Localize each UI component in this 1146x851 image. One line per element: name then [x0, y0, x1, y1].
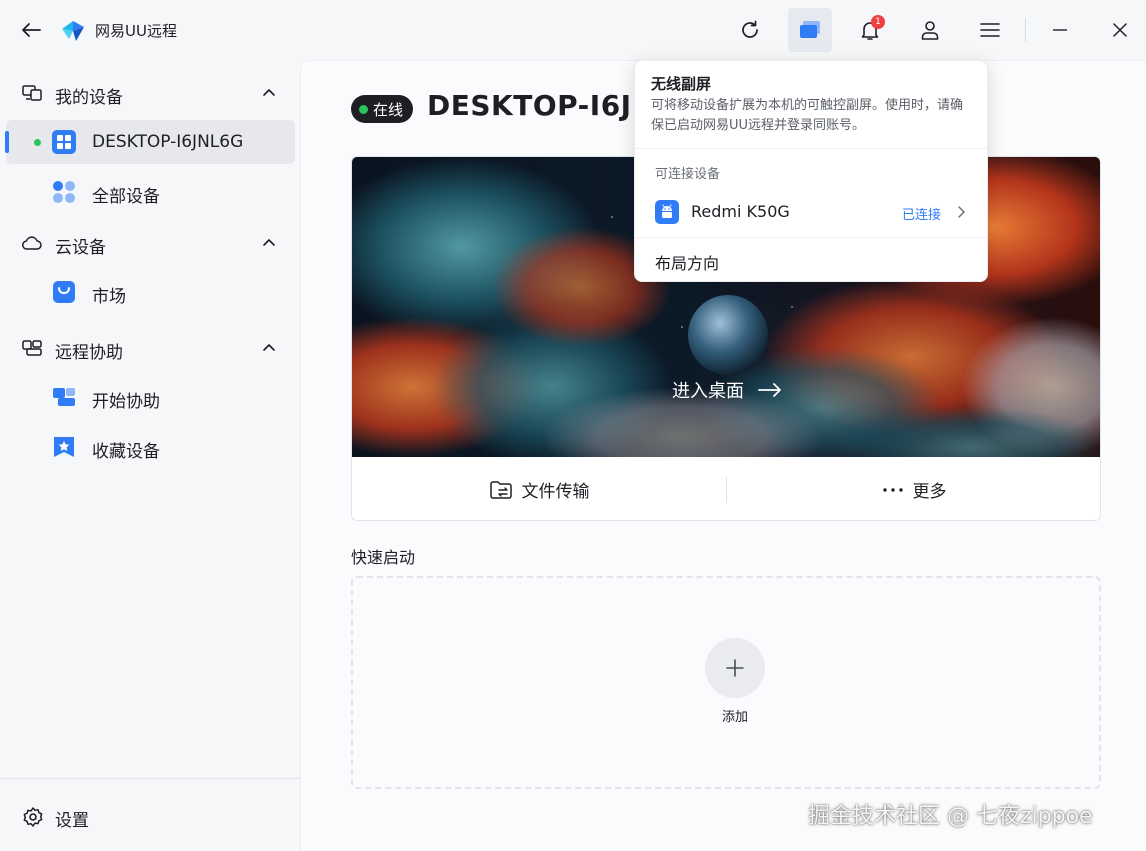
add-label: 添加	[721, 710, 748, 725]
sidebar-item-label: DESKTOP-I6JNL6G	[92, 132, 244, 152]
online-dot	[359, 104, 368, 114]
card-actions: 文件传输 更多	[352, 457, 1100, 520]
notifications-button[interactable]: 1	[855, 15, 885, 45]
grid-dots-icon	[53, 181, 75, 203]
quick-start-area: 添加	[351, 576, 1101, 789]
device-connection-status: 已连接	[902, 208, 942, 223]
chevron-up-icon	[263, 89, 275, 96]
status-text: 在线	[373, 100, 404, 119]
refresh-icon	[742, 20, 758, 38]
back-button[interactable]	[18, 17, 44, 43]
sidebar-item-favorites[interactable]: 收藏设备	[6, 425, 295, 469]
enter-desktop-label: 进入桌面	[672, 381, 744, 402]
sidebar-group-label: 远程协助	[55, 343, 123, 363]
wireless-second-screen-button[interactable]	[788, 8, 832, 52]
settings-label: 设置	[55, 811, 89, 831]
sidebar-item-label: 收藏设备	[92, 442, 160, 462]
sidebar-group-label: 云设备	[55, 238, 106, 258]
sidebar-item-market[interactable]: 市场	[6, 270, 295, 314]
watermark-text: 掘金技术社区 @ 七夜zippoe	[808, 804, 1093, 829]
close-icon	[1113, 23, 1127, 37]
more-label: 更多	[912, 482, 947, 502]
arrow-left-icon	[22, 23, 41, 37]
status-badge: 在线	[351, 95, 414, 123]
sidebar-item-all-devices[interactable]: 全部设备	[6, 170, 295, 214]
file-transfer-button[interactable]: 文件传输	[352, 457, 727, 520]
star-bookmark-icon	[54, 437, 74, 457]
add-quick-start-button[interactable]	[705, 638, 765, 698]
connectable-device-item[interactable]: Redmi K50G 已连接	[635, 189, 987, 235]
more-button[interactable]: 更多	[727, 457, 1100, 520]
titlebar-divider	[1025, 18, 1026, 42]
chevron-right-icon	[958, 206, 965, 218]
popup-subheading: 可连接设备	[655, 167, 721, 182]
menu-button[interactable]	[975, 15, 1005, 45]
plus-icon	[726, 659, 744, 677]
sidebar-group-remote-assist[interactable]: 远程协助	[0, 328, 300, 368]
file-transfer-label: 文件传输	[521, 482, 590, 502]
popup-divider	[635, 148, 987, 149]
shopping-bag-icon	[53, 281, 75, 303]
sidebar-item-start-assist[interactable]: 开始协助	[6, 375, 295, 419]
sidebar-group-cloud-devices[interactable]: 云设备	[0, 223, 300, 263]
popup-description: 可将移动设备扩展为本机的可触控副屏。使用时，请确保已启动网易UU远程并登录同账号…	[651, 98, 964, 133]
quick-start-heading: 快速启动	[351, 548, 416, 567]
user-icon	[921, 21, 939, 40]
minimize-button[interactable]	[1045, 15, 1075, 45]
sidebar-group-label: 我的设备	[55, 88, 123, 108]
close-button[interactable]	[1105, 15, 1135, 45]
account-button[interactable]	[915, 15, 945, 45]
notification-badge: 1	[871, 15, 885, 29]
sidebar-divider	[0, 778, 300, 779]
refresh-button[interactable]	[735, 15, 765, 45]
remote-assist-icon	[22, 340, 42, 356]
sidebar-item-label: 市场	[92, 287, 126, 307]
hamburger-menu-icon	[980, 23, 1000, 37]
folder-transfer-icon	[489, 480, 512, 499]
sidebar-item-desktop[interactable]: DESKTOP-I6JNL6G	[5, 120, 295, 164]
popup-divider	[635, 237, 987, 238]
gear-icon	[23, 807, 43, 827]
popup-title: 无线副屏	[651, 75, 712, 93]
android-icon	[655, 200, 679, 224]
chevron-up-icon	[263, 344, 275, 351]
sidebar-item-label: 全部设备	[92, 187, 160, 207]
wireless-second-screen-popup: 无线副屏 可将移动设备扩展为本机的可触控副屏。使用时，请确保已启动网易UU远程并…	[634, 60, 988, 282]
windows-icon	[52, 130, 76, 154]
app-title: 网易UU远程	[95, 22, 177, 40]
device-name: Redmi K50G	[691, 202, 790, 221]
settings-button[interactable]: 设置	[0, 798, 300, 838]
sidebar-item-label: 开始协助	[92, 392, 160, 412]
minimize-icon	[1053, 29, 1067, 31]
app-logo-icon	[62, 21, 84, 41]
chevron-up-icon	[263, 239, 275, 246]
arrow-right-icon	[758, 383, 781, 397]
online-dot	[34, 139, 41, 146]
layout-direction-option[interactable]: 布局方向	[655, 250, 719, 274]
selection-indicator	[5, 131, 9, 153]
title-bar: 网易UU远程 1	[0, 0, 1146, 60]
cloud-icon	[22, 236, 42, 250]
devices-icon	[22, 85, 42, 101]
sidebar: 我的设备 DESKTOP-I6JNL6G 全部设备 云设备 市场 远程协助 开始…	[0, 60, 300, 851]
sidebar-group-my-devices[interactable]: 我的设备	[0, 73, 300, 113]
more-dots-icon	[882, 487, 903, 492]
assist-screens-icon	[53, 388, 75, 406]
enter-desktop-link[interactable]: 进入桌面	[352, 377, 1100, 403]
second-screen-icon	[800, 21, 820, 38]
